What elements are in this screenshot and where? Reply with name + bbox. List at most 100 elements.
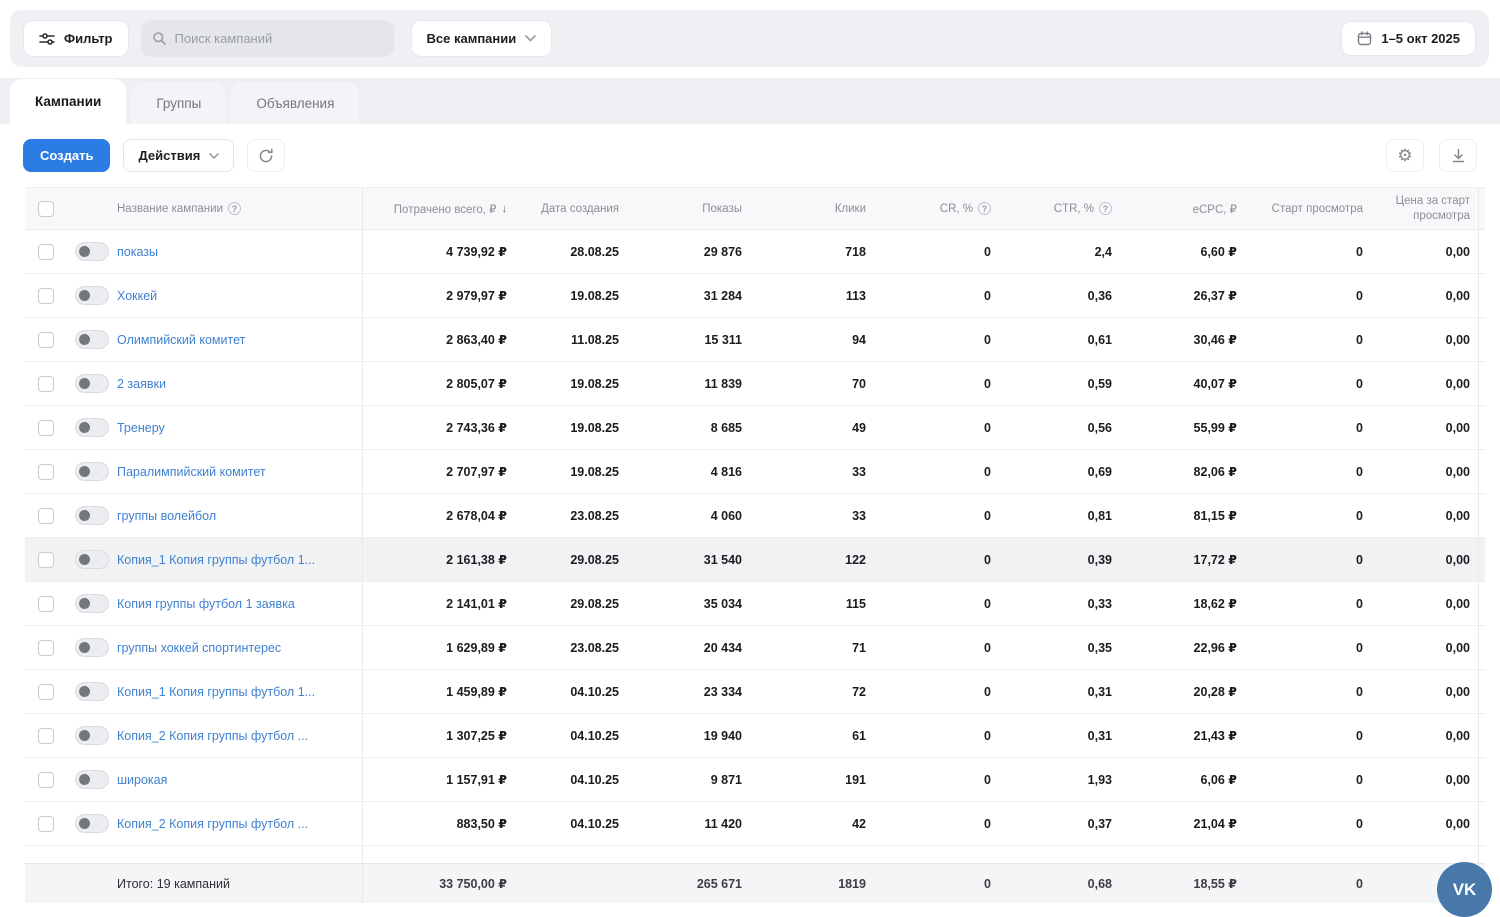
campaign-toggle[interactable] [75, 770, 109, 789]
row-name-cell: группы хоккей спортинтерес [117, 626, 363, 669]
campaign-name-link[interactable]: Паралимпийский комитет [117, 465, 362, 479]
row-checkbox[interactable] [38, 728, 54, 744]
campaign-toggle[interactable] [75, 594, 109, 613]
cell-cr: 0 [874, 245, 999, 259]
campaign-name-link[interactable]: Копия_2 Копия группы футбол ... [117, 729, 362, 743]
search-input[interactable] [175, 31, 383, 46]
campaign-name-link[interactable]: широкая [117, 773, 362, 787]
campaign-toggle[interactable] [75, 374, 109, 393]
cell-view-start: 0 [1245, 817, 1371, 831]
cell-view-start: 0 [1245, 377, 1371, 391]
refresh-button[interactable] [247, 139, 285, 172]
row-checkbox[interactable] [38, 552, 54, 568]
header-ctr[interactable]: CTR, % ? [999, 202, 1120, 215]
header-impressions[interactable]: Показы [627, 203, 750, 215]
campaign-toggle[interactable] [75, 814, 109, 833]
campaign-toggle[interactable] [75, 462, 109, 481]
row-checkbox[interactable] [38, 596, 54, 612]
header-view-start[interactable]: Старт просмотра [1245, 203, 1371, 215]
campaign-name-link[interactable]: 2 заявки [117, 377, 362, 391]
row-checkbox[interactable] [38, 508, 54, 524]
select-all-checkbox[interactable] [38, 201, 54, 217]
row-checkbox[interactable] [38, 772, 54, 788]
tab-campaigns[interactable]: Кампании [10, 79, 126, 124]
campaign-toggle[interactable] [75, 506, 109, 525]
row-checkbox[interactable] [38, 420, 54, 436]
row-checkbox[interactable] [38, 332, 54, 348]
cell-view-start: 0 [1245, 773, 1371, 787]
header-created[interactable]: Дата создания [515, 203, 627, 215]
campaign-name-link[interactable]: Копия_1 Копия группы футбол 1... [117, 553, 362, 567]
row-checkbox[interactable] [38, 816, 54, 832]
help-icon[interactable]: ? [1099, 202, 1112, 215]
cell-view-price: 0,00 [1371, 685, 1478, 699]
header-clicks[interactable]: Клики [750, 203, 874, 215]
header-cr[interactable]: CR, % ? [874, 202, 999, 215]
campaign-name-link[interactable]: Хоккей [117, 289, 362, 303]
campaign-toggle[interactable] [75, 682, 109, 701]
header-checkbox-cell [25, 201, 67, 217]
cell-spent: 1 157,91 ₽ [363, 772, 515, 787]
row-checkbox[interactable] [38, 640, 54, 656]
row-checkbox[interactable] [38, 376, 54, 392]
cell-ecpc: 81,15 ₽ [1120, 508, 1245, 523]
campaign-name-link[interactable]: Копия группы футбол 1 заявка [117, 597, 362, 611]
campaign-toggle[interactable] [75, 638, 109, 657]
settings-button[interactable]: ⚙ [1386, 139, 1424, 172]
campaign-type-select[interactable]: Все кампании [411, 20, 553, 57]
campaign-toggle[interactable] [75, 726, 109, 745]
row-checkbox[interactable] [38, 244, 54, 260]
table-row: группы волейбол 2 678,04 ₽ 23.08.25 4 06… [25, 494, 1485, 538]
chevron-down-icon [525, 35, 536, 42]
campaign-name-link[interactable]: показы [117, 245, 362, 259]
header-name[interactable]: Название кампании ? [117, 188, 363, 229]
row-checkbox[interactable] [38, 288, 54, 304]
cell-ctr: 0,37 [999, 817, 1120, 831]
cell-impressions: 31 540 [627, 553, 750, 567]
header-spent[interactable]: Потрачено всего, ₽ ↓ [363, 202, 515, 216]
cell-cr: 0 [874, 289, 999, 303]
create-button[interactable]: Создать [23, 139, 110, 172]
export-button[interactable] [1439, 139, 1477, 172]
campaign-name-link[interactable]: Олимпийский комитет [117, 333, 362, 347]
campaigns-table: Название кампании ? Потрачено всего, ₽ ↓… [25, 187, 1485, 903]
vk-logo-button[interactable]: VK [1437, 862, 1492, 917]
campaign-toggle[interactable] [75, 330, 109, 349]
cell-cr: 0 [874, 421, 999, 435]
row-toggle-cell [67, 550, 117, 569]
help-icon[interactable]: ? [978, 202, 991, 215]
search-box[interactable] [141, 20, 394, 57]
campaign-name-link[interactable]: Копия_1 Копия группы футбол 1... [117, 685, 362, 699]
actions-dropdown[interactable]: Действия [123, 139, 234, 172]
tab-band: Кампании Группы Объявления [0, 78, 1500, 124]
campaign-name-link[interactable]: Копия_2 Копия группы футбол ... [117, 817, 362, 831]
campaign-toggle[interactable] [75, 242, 109, 261]
header-ecpc[interactable]: eCPC, ₽ [1120, 202, 1245, 216]
header-cr-label: CR, % [940, 203, 973, 215]
date-range-picker[interactable]: 1–5 окт 2025 [1341, 21, 1476, 56]
row-name-cell [117, 846, 363, 863]
campaign-name-link[interactable]: группы хоккей спортинтерес [117, 641, 362, 655]
campaign-type-select-label: Все кампании [427, 31, 517, 46]
cell-clicks: 49 [750, 421, 874, 435]
tab-groups[interactable]: Группы [131, 82, 226, 124]
cell-ctr: 0,69 [999, 465, 1120, 479]
campaign-toggle[interactable] [75, 286, 109, 305]
tab-ads[interactable]: Объявления [231, 82, 359, 124]
row-checkbox[interactable] [38, 464, 54, 480]
help-icon[interactable]: ? [228, 202, 241, 215]
clipped-column-divider [1478, 450, 1485, 493]
cell-view-start: 0 [1245, 509, 1371, 523]
row-checkbox[interactable] [38, 684, 54, 700]
filter-button[interactable]: Фильтр [23, 20, 129, 57]
campaign-toggle[interactable] [75, 550, 109, 569]
campaign-name-link[interactable]: группы волейбол [117, 509, 362, 523]
footer-cr: 0 [874, 877, 999, 891]
cell-created: 04.10.25 [515, 729, 627, 743]
campaign-toggle[interactable] [75, 418, 109, 437]
campaign-name-link[interactable]: Тренеру [117, 421, 362, 435]
cell-view-price: 0,00 [1371, 553, 1478, 567]
filter-button-label: Фильтр [64, 31, 113, 46]
header-view-price[interactable]: Цена за старт просмотра [1371, 194, 1478, 223]
cell-cr: 0 [874, 729, 999, 743]
